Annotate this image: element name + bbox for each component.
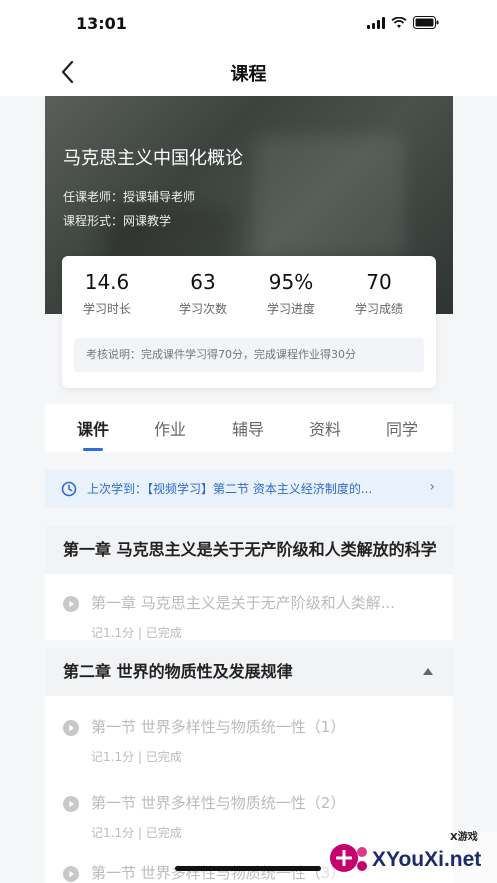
tab-homework[interactable]: 作业 [154,416,186,440]
chapter-title: 第一章 马克思主义是关于无产阶级和人类解放的科学 [63,540,437,559]
chapter-title: 第二章 世界的物质性及发展规律 [63,662,293,681]
stat-label: 学习进度 [266,302,315,316]
watermark-brand: XYouXi.net [372,848,482,871]
chapter-section: 第一章 马克思主义是关于无产阶级和人类解放的科学 第一章 马克思主义是关于无产阶… [45,526,453,640]
tab-classmates[interactable]: 同学 [386,416,418,440]
play-icon [63,720,79,736]
collapse-arrow-icon[interactable] [423,668,433,675]
lesson-item[interactable]: 第一章 马克思主义是关于无产阶级和人类解... 记1.1分 | 已完成 [45,586,453,656]
stats-card: 14.6 学习时长 63 学习次数 95% 学习进度 70 学习成绩 考核说明：… [62,256,436,388]
chapter-header[interactable]: 第一章 马克思主义是关于无产阶级和人类解放的科学 [45,526,453,574]
stat-value: 14.6 [84,270,130,294]
stat-label: 学习成绩 [354,302,403,316]
signal-icon [367,16,385,29]
stat-value: 63 [190,270,216,294]
stat-label: 学习时长 [82,302,131,316]
stat-study-time: 14.6 学习时长 [62,270,152,317]
lesson-meta: 记1.1分 | 已完成 [91,826,182,840]
tab-active-indicator [83,448,103,451]
lesson-meta: 记1.1分 | 已完成 [91,626,182,640]
play-icon [63,796,79,812]
tab-courseware[interactable]: 课件 [77,416,109,440]
lesson-title: 第一节 世界多样性与物质统一性（1） [91,718,346,736]
nav-bar: 课程 [0,48,497,96]
status-icons [367,16,439,29]
watermark-logo: X游戏 XYouXi.net [322,822,497,883]
stat-label: 学习次数 [178,302,227,316]
play-icon [63,596,79,612]
stat-progress: 95% 学习进度 [246,270,336,317]
play-icon [63,866,79,882]
wifi-icon [391,16,407,28]
lesson-title: 第一章 马克思主义是关于无产阶级和人类解... [91,594,396,612]
status-bar: 13:01 [0,0,497,48]
resume-banner[interactable]: 上次学到：【视频学习】第二节 资本主义经济制度的... › [45,470,453,508]
stat-value: 95% [268,270,314,294]
course-title: 马克思主义中国化概论 [63,148,243,169]
status-time: 13:01 [76,14,127,33]
watermark-tag: X游戏 [450,832,478,843]
home-indicator [175,866,321,871]
lesson-meta: 记1.1分 | 已完成 [91,750,182,764]
page-title: 课程 [230,64,267,85]
battery-icon [413,16,439,29]
tab-materials[interactable]: 资料 [309,416,341,440]
lesson-item[interactable]: 第一节 世界多样性与物质统一性（1） 记1.1分 | 已完成 [45,710,453,780]
chapter-header[interactable]: 第二章 世界的物质性及发展规律 [45,648,453,696]
stat-score: 70 学习成绩 [334,270,424,317]
tab-bar: 课件 作业 辅导 资料 同学 [45,404,453,452]
clock-icon [61,481,77,497]
course-form: 课程形式：网课教学 [63,214,172,228]
course-teacher: 任课老师：授课辅导老师 [63,190,196,204]
tab-tutoring[interactable]: 辅导 [232,416,264,440]
exam-note: 考核说明：完成课件学习得70分，完成课程作业得30分 [74,338,424,372]
stat-study-count: 63 学习次数 [158,270,248,317]
resume-text: 上次学到：【视频学习】第二节 资本主义经济制度的... [87,482,373,496]
course-page: 马克思主义中国化概论 任课老师：授课辅导老师 课程形式：网课教学 14.6 学习… [45,96,453,883]
chevron-right-icon: › [429,479,435,495]
lesson-title: 第一节 世界多样性与物质统一性（2） [91,794,346,812]
stat-value: 70 [366,270,392,294]
